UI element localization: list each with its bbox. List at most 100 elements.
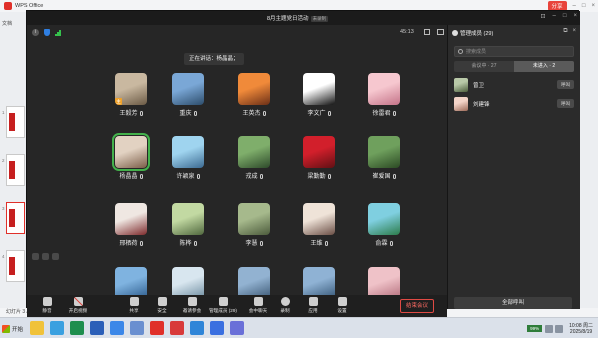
- reaction-icon[interactable]: [32, 253, 39, 260]
- minimize-icon[interactable]: –: [553, 13, 556, 20]
- info-icon[interactable]: i: [32, 29, 39, 36]
- ie-icon[interactable]: [50, 321, 64, 335]
- slide-thumbnail[interactable]: [6, 106, 25, 138]
- participant-name: 徐雷君: [372, 111, 391, 117]
- participant-avatar: [112, 133, 150, 171]
- meeting-icon[interactable]: [210, 321, 224, 335]
- network-icon[interactable]: [545, 324, 554, 333]
- toolbar-label: 静音: [42, 308, 52, 313]
- panel-close-icon[interactable]: ×: [572, 28, 576, 35]
- popout-icon[interactable]: ⧉: [563, 28, 567, 35]
- browser-icon[interactable]: [110, 321, 124, 335]
- participant-tile[interactable]: 李文广: [294, 73, 344, 117]
- member-search-input[interactable]: [466, 47, 571, 56]
- participant-tile[interactable]: 俞霖: [359, 203, 409, 247]
- participant-tile[interactable]: 梁勤勤: [294, 136, 344, 180]
- input-method-indicator[interactable]: 99%: [527, 325, 543, 332]
- wps-close-icon[interactable]: ×: [588, 3, 598, 9]
- start-button[interactable]: 开始: [2, 322, 24, 335]
- participant-tile[interactable]: 邢栖荷: [106, 203, 156, 247]
- toolbar-button[interactable]: 设置: [327, 297, 357, 314]
- member-search[interactable]: [454, 46, 574, 57]
- participant-tile[interactable]: 重庆: [163, 73, 213, 117]
- word-icon[interactable]: [90, 321, 104, 335]
- toolbar-button[interactable]: 安全: [147, 297, 177, 314]
- wps-minimize-icon[interactable]: –: [570, 3, 579, 9]
- participant-tile[interactable]: 戎成: [229, 136, 279, 180]
- toolbar-label: 设置: [337, 308, 347, 313]
- participant-name: 许颖泉: [176, 174, 195, 180]
- shield-icon[interactable]: [44, 29, 50, 36]
- folder-icon[interactable]: [190, 321, 204, 335]
- call-member-button[interactable]: 呼叫: [557, 99, 574, 108]
- participant-avatar: [368, 203, 400, 235]
- call-all-button[interactable]: 全部呼叫: [454, 297, 572, 309]
- signal-icon[interactable]: [55, 30, 61, 36]
- participant-avatar: [238, 203, 270, 235]
- participant-tile[interactable]: 杨晶晶: [106, 133, 156, 180]
- volume-icon[interactable]: [555, 324, 564, 333]
- apps-icon: [308, 297, 318, 306]
- toolbar-label: 安全: [157, 308, 167, 313]
- toolbar-button[interactable]: 邀请参会: [177, 297, 207, 314]
- pdf-icon[interactable]: [170, 321, 184, 335]
- participant-name: 俞霖: [375, 241, 388, 247]
- speaking-indicator: 正在讲话：杨晶晶；: [184, 53, 244, 65]
- members-tab[interactable]: 会议中 · 27: [454, 61, 514, 72]
- toolbar-button[interactable]: 开启视频: [63, 297, 93, 314]
- member-row[interactable]: 刘建锋 呼叫: [454, 96, 574, 112]
- taskbar: 开始 99% 10:08 周二 2025/8/19: [0, 317, 598, 338]
- excel-icon[interactable]: [70, 321, 84, 335]
- caption-icon[interactable]: [42, 253, 49, 260]
- mic-icon: [139, 111, 143, 116]
- pin-icon[interactable]: ⊡: [540, 13, 545, 20]
- video-off-icon: [73, 297, 83, 306]
- participant-tile[interactable]: 许颖泉: [163, 136, 213, 180]
- participant-tile[interactable]: 徐雷君: [359, 73, 409, 117]
- toolbar-button[interactable]: 会中聊天: [243, 297, 273, 314]
- layout-icon[interactable]: [437, 29, 444, 35]
- meeting-titlebar: 8月主题党日活动 未录制 ⊡ – □ ×: [27, 11, 580, 25]
- mic-icon: [193, 241, 197, 246]
- slide-thumbnail[interactable]: [6, 250, 25, 282]
- participant-tile[interactable]: 李慧: [229, 203, 279, 247]
- call-member-button[interactable]: 呼叫: [557, 80, 574, 89]
- mic-icon: [259, 174, 263, 179]
- close-icon[interactable]: ×: [573, 13, 577, 20]
- mic-icon: [196, 174, 200, 179]
- wps-maximize-icon[interactable]: □: [579, 3, 589, 9]
- participant-tile[interactable]: 王维: [294, 203, 344, 247]
- member-avatar: [454, 78, 468, 92]
- photo-icon[interactable]: [230, 321, 244, 335]
- toolbar-label: 开启视频: [68, 308, 88, 313]
- mic-icon: [259, 241, 263, 246]
- member-row[interactable]: 曾卫 呼叫: [454, 77, 574, 93]
- collapse-icon[interactable]: [52, 253, 59, 260]
- mic-icon: [262, 111, 266, 116]
- mic-icon: [389, 241, 393, 246]
- participant-tile[interactable]: 王英杰: [229, 73, 279, 117]
- toolbar-label: 邀请参会: [182, 308, 202, 313]
- qq-icon[interactable]: [30, 321, 44, 335]
- toolbar-button[interactable]: 共享: [119, 297, 149, 314]
- members-tab[interactable]: 未进入 · 2: [514, 61, 574, 72]
- maximize-icon[interactable]: □: [563, 13, 567, 20]
- participant-tile[interactable]: 陈桦: [163, 203, 213, 247]
- members-tabs: 会议中 · 27 未进入 · 2: [454, 61, 574, 72]
- clock[interactable]: 10:08 周二 2025/8/19: [569, 323, 593, 335]
- participant-name: 李文广: [307, 111, 326, 117]
- toolbar-button[interactable]: 管理成员 (29): [208, 297, 238, 314]
- slide-thumbnail[interactable]: [6, 202, 25, 234]
- toolbar-button[interactable]: 应用: [298, 297, 328, 314]
- fullscreen-icon[interactable]: [424, 29, 430, 35]
- participant-tile[interactable]: 崔爱国: [359, 136, 409, 180]
- toolbar-button[interactable]: 静音: [32, 297, 62, 314]
- wps-icon[interactable]: [150, 321, 164, 335]
- end-meeting-button[interactable]: 结束会议: [400, 299, 435, 313]
- slide-number: 4: [2, 254, 5, 259]
- wps-doc-tab[interactable]: 文档: [2, 20, 12, 27]
- toolbar-button[interactable]: 录制: [270, 297, 300, 314]
- participant-tile[interactable]: 主王毅芳: [106, 73, 156, 117]
- slide-thumbnail[interactable]: [6, 154, 25, 186]
- doc-icon[interactable]: [130, 321, 144, 335]
